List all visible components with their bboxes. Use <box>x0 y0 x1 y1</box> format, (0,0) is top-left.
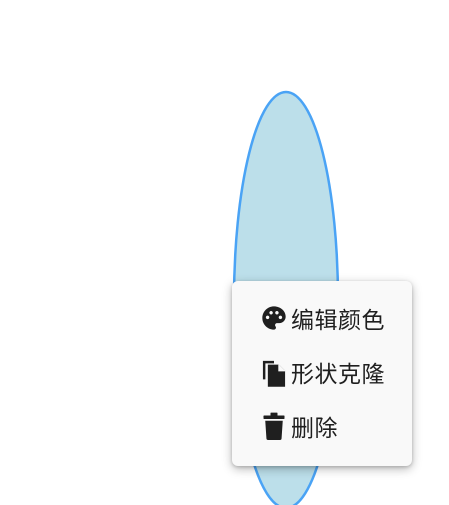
menu-label-delete: 删除 <box>291 416 338 442</box>
palette-icon <box>259 303 289 333</box>
context-menu: 编辑颜色 形状克隆 删除 <box>232 281 412 466</box>
menu-item-clone-shape[interactable]: 形状克隆 <box>232 345 412 399</box>
trash-icon <box>259 411 289 441</box>
copy-icon <box>259 357 289 387</box>
menu-label-edit-color: 编辑颜色 <box>291 308 385 334</box>
menu-label-clone-shape: 形状克隆 <box>291 362 385 388</box>
menu-item-delete[interactable]: 删除 <box>232 399 412 453</box>
menu-item-edit-color[interactable]: 编辑颜色 <box>232 291 412 345</box>
